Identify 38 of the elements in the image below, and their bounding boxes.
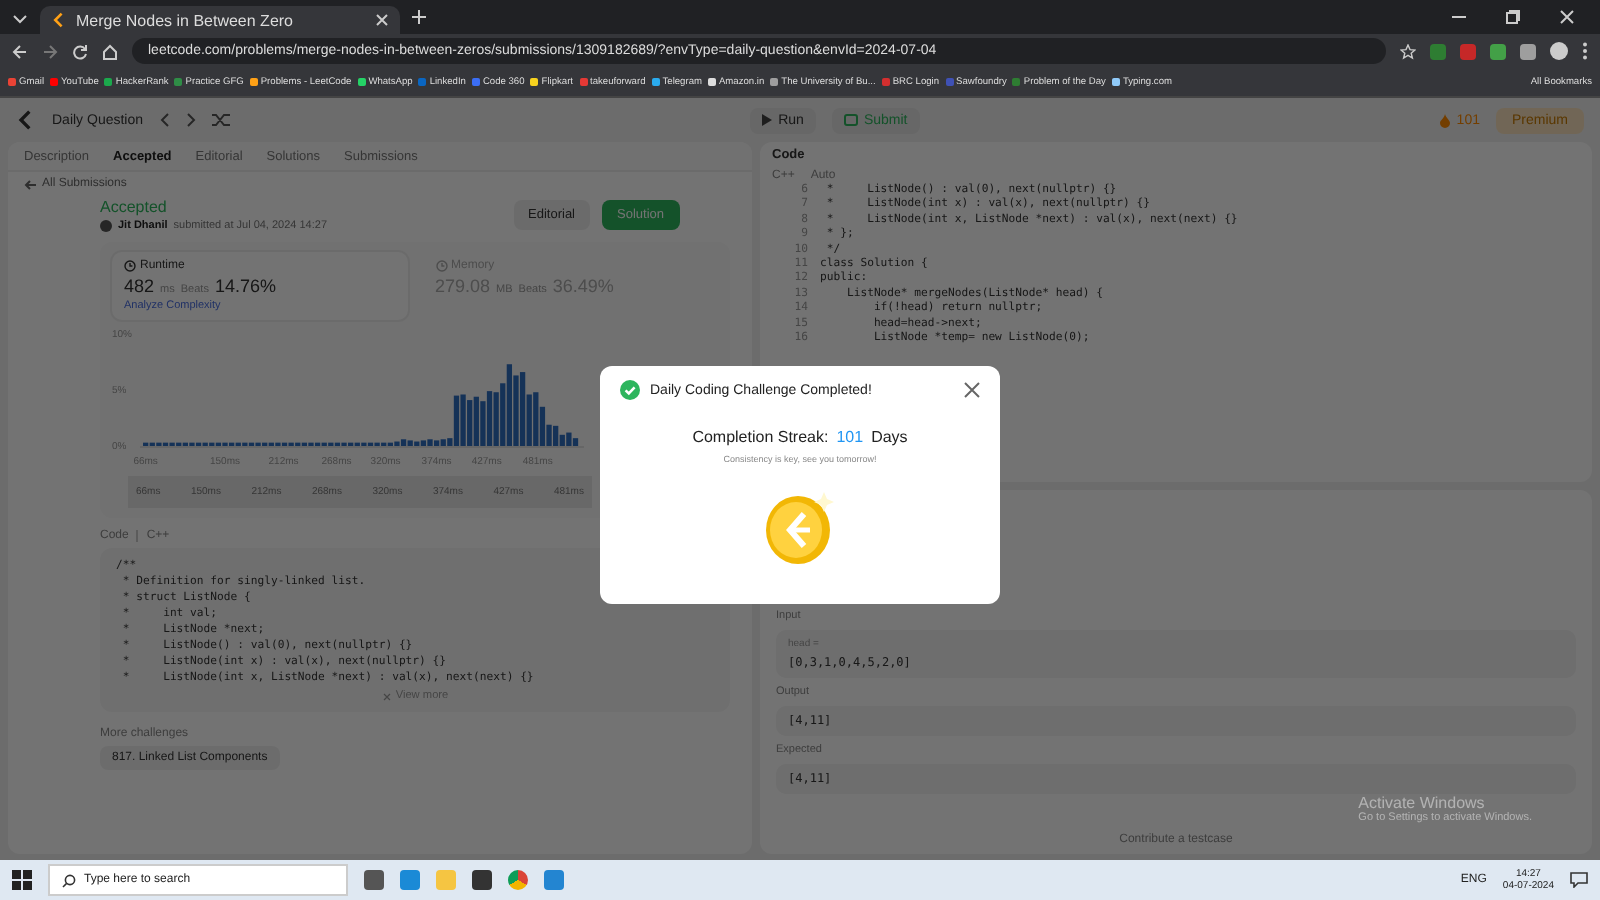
beats-percent: 14.76%	[214, 276, 276, 296]
user-avatar	[100, 220, 112, 232]
reload-icon[interactable]	[72, 43, 88, 59]
streak-label: Completion Streak:	[692, 428, 829, 446]
notification-icon[interactable]	[1570, 872, 1588, 888]
next-icon[interactable]	[185, 112, 196, 128]
leetcode-logo-icon	[52, 12, 68, 28]
back-arrow-icon	[24, 179, 36, 189]
windows-start-icon[interactable]	[12, 870, 32, 890]
tab-list-icon[interactable]	[12, 9, 28, 25]
restore-icon[interactable]	[1506, 10, 1520, 24]
home-icon[interactable]	[102, 43, 118, 59]
browser-tab[interactable]: Merge Nodes in Between Zero	[40, 6, 400, 34]
minimize-icon[interactable]	[1452, 10, 1466, 24]
flame-icon	[1440, 113, 1451, 127]
profile-avatar[interactable]	[1550, 42, 1568, 60]
clock-icon	[124, 260, 136, 272]
shuffle-icon[interactable]	[211, 112, 230, 128]
days-label: Days	[871, 428, 908, 446]
status-text: Accepted	[100, 198, 169, 216]
streak-count: 101	[836, 428, 864, 446]
stat-value: 482	[124, 276, 155, 296]
activation-title: Activate Windows	[1358, 794, 1487, 812]
search-icon	[62, 873, 76, 887]
clock-icon	[435, 260, 447, 272]
forward-arrow-icon[interactable]	[42, 43, 58, 59]
back-arrow-icon[interactable]	[12, 43, 28, 59]
leetcode-logo-icon[interactable]	[16, 110, 36, 130]
check-icon	[620, 380, 640, 400]
coin-icon	[764, 488, 836, 568]
menu-icon[interactable]	[1582, 42, 1588, 60]
previous-icon[interactable]	[159, 112, 170, 128]
new-tab-icon[interactable]	[412, 10, 426, 24]
close-icon[interactable]	[964, 382, 980, 398]
bookmark-star-icon[interactable]	[1400, 43, 1416, 59]
tab-title: Merge Nodes in Between Zero	[76, 11, 295, 29]
close-tab-icon[interactable]	[376, 14, 388, 26]
play-icon	[762, 114, 773, 126]
